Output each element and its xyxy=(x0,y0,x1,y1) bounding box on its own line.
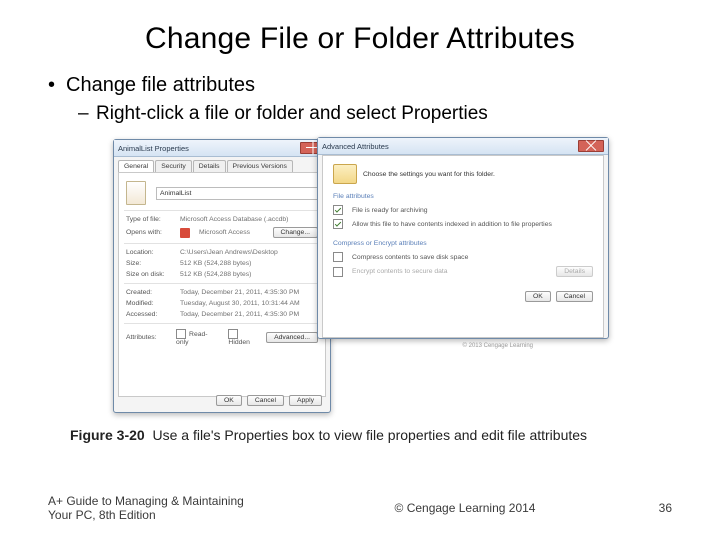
advanced-attributes-window: Advanced Attributes Choose the settings … xyxy=(317,137,609,339)
properties-window: AnimalList Properties General Security D… xyxy=(113,139,331,413)
button-row: OK Cancel Apply xyxy=(216,395,322,406)
accessed-label: Accessed: xyxy=(126,311,174,318)
file-icon xyxy=(126,181,146,205)
slide-title: Change File or Folder Attributes xyxy=(48,22,672,56)
attributes-label: Attributes: xyxy=(126,334,170,341)
details-button[interactable]: Details xyxy=(556,266,593,277)
filename-input[interactable]: AnimalList xyxy=(156,187,318,200)
book-title-line1: A+ Guide to Managing & Maintaining xyxy=(48,494,298,508)
section-compress-encrypt: Compress or Encrypt attributes xyxy=(333,240,593,247)
encrypt-label: Encrypt contents to secure data xyxy=(352,268,448,275)
folder-icon xyxy=(333,164,357,184)
compress-checkbox[interactable] xyxy=(333,252,343,262)
compress-label: Compress contents to save disk space xyxy=(352,254,468,261)
size-label: Size: xyxy=(126,260,174,267)
apply-button[interactable]: Apply xyxy=(289,395,322,406)
location-value: C:\Users\Jean Andrews\Desktop xyxy=(180,249,318,256)
tab-previous-versions[interactable]: Previous Versions xyxy=(227,160,293,172)
readonly-checkbox[interactable] xyxy=(176,329,186,339)
size-value: 512 KB (524,288 bytes) xyxy=(180,260,318,267)
created-label: Created: xyxy=(126,289,174,296)
titlebar: Advanced Attributes xyxy=(318,138,608,155)
cancel-button[interactable]: Cancel xyxy=(247,395,284,406)
opens-value: Microsoft Access xyxy=(199,229,267,236)
accessed-value: Today, December 21, 2011, 4:35:30 PM xyxy=(180,311,318,318)
archive-checkbox[interactable] xyxy=(333,205,343,215)
index-checkbox[interactable] xyxy=(333,219,343,229)
window-title: Advanced Attributes xyxy=(322,142,389,151)
hidden-label: Hidden xyxy=(228,339,250,346)
figure: AnimalList Properties General Security D… xyxy=(113,139,607,419)
location-label: Location: xyxy=(126,249,174,256)
index-label: Allow this file to have contents indexed… xyxy=(352,221,552,228)
book-title-line2: Your PC, 8th Edition xyxy=(48,508,298,522)
hidden-checkbox[interactable] xyxy=(228,329,238,339)
close-icon[interactable] xyxy=(578,140,604,152)
archive-label: File is ready for archiving xyxy=(352,207,428,214)
section-file-attributes: File attributes xyxy=(333,193,593,200)
ok-button[interactable]: OK xyxy=(216,395,242,406)
cancel-button[interactable]: Cancel xyxy=(556,291,593,302)
ok-button[interactable]: OK xyxy=(525,291,551,302)
header-text: Choose the settings you want for this fo… xyxy=(363,171,495,178)
tab-strip: General Security Details Previous Versio… xyxy=(114,157,330,172)
image-credit: © 2013 Cengage Learning xyxy=(463,343,533,349)
modified-label: Modified: xyxy=(126,300,174,307)
type-value: Microsoft Access Database (.accdb) xyxy=(180,216,318,223)
window-title: AnimalList Properties xyxy=(118,144,189,153)
page-number: 36 xyxy=(632,501,672,515)
tab-general[interactable]: General xyxy=(118,160,154,172)
change-button[interactable]: Change... xyxy=(273,227,318,238)
disk-label: Size on disk: xyxy=(126,271,174,278)
tab-security[interactable]: Security xyxy=(155,160,192,172)
bullet-level1: Change file attributes xyxy=(48,74,672,97)
bullet-level2: Right-click a file or folder and select … xyxy=(48,103,672,125)
created-value: Today, December 21, 2011, 4:35:30 PM xyxy=(180,289,318,296)
slide-footer: A+ Guide to Managing & Maintaining Your … xyxy=(48,494,672,522)
titlebar: AnimalList Properties xyxy=(114,140,330,157)
copyright: © Cengage Learning 2014 xyxy=(298,501,632,515)
modified-value: Tuesday, August 30, 2011, 10:31:44 AM xyxy=(180,300,318,307)
disk-value: 512 KB (524,288 bytes) xyxy=(180,271,318,278)
figure-caption: Figure 3-20 Use a file's Properties box … xyxy=(70,427,650,443)
type-label: Type of file: xyxy=(126,216,174,223)
tab-details[interactable]: Details xyxy=(193,160,226,172)
opens-label: Opens with: xyxy=(126,229,174,236)
advanced-button[interactable]: Advanced... xyxy=(266,332,318,343)
encrypt-checkbox[interactable] xyxy=(333,267,343,277)
access-icon xyxy=(180,228,190,238)
